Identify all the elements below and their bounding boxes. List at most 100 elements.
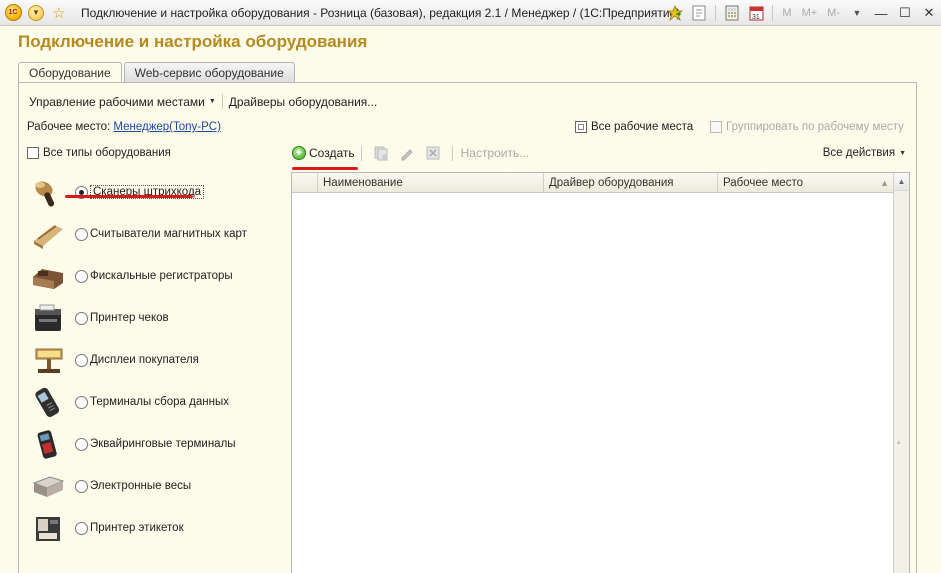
edit-button[interactable]	[399, 145, 415, 161]
equipment-type-data-terminals[interactable]: Терминалы сбора данных	[27, 381, 287, 423]
equipment-type-customer-displays[interactable]: Дисплеи покупателя	[27, 339, 287, 381]
titlebar-menu-button[interactable]: ▼	[848, 4, 866, 22]
form-title: Подключение и настройка оборудования	[18, 32, 368, 51]
equipment-type-card-readers[interactable]: Считыватели магнитных карт	[27, 213, 287, 255]
equipment-table[interactable]: Наименование Драйвер оборудования Рабоче…	[291, 172, 910, 573]
column-header-driver[interactable]: Драйвер оборудования	[544, 173, 718, 192]
1c-logo-icon: 1С	[4, 4, 22, 21]
row-marker-column	[292, 173, 318, 192]
calendar-button[interactable]: 31	[747, 4, 765, 22]
equipment-type-label: Принтер этикеток	[90, 522, 184, 534]
create-button[interactable]: + Создать	[292, 146, 355, 160]
equipment-type-label-printers[interactable]: Принтер этикеток	[27, 507, 287, 549]
app-logo[interactable]: 1С	[3, 3, 23, 23]
equipment-type-label: Дисплеи покупателя	[90, 354, 199, 366]
workplace-row: Рабочее место: Менеджер(Tony-PC)	[27, 121, 221, 133]
sort-icon: ▲	[880, 177, 889, 188]
drivers-button[interactable]: Драйверы оборудования...	[229, 95, 378, 109]
radio-button	[75, 521, 88, 535]
scroll-up-button[interactable]: ▲	[894, 173, 909, 191]
highlight-underline	[65, 195, 193, 198]
equipment-type-barcode-scanners[interactable]: Сканеры штрихкода	[27, 171, 287, 213]
manage-workplaces-menu[interactable]: Управление рабочими местами ▼	[29, 95, 216, 109]
all-types-label: Все типы оборудования	[43, 147, 171, 159]
minimize-icon: —	[874, 5, 888, 21]
chevron-up-icon: ▲	[897, 177, 906, 186]
column-header-workplace-label: Рабочее место	[723, 176, 803, 189]
calendar-icon: 31	[749, 6, 764, 21]
equipment-type-label: Принтер чеков	[90, 312, 169, 324]
pencil-icon	[401, 149, 413, 161]
group-by-workplace-checkbox[interactable]: Группировать по рабочему месту	[710, 121, 904, 133]
memory-minus-button[interactable]: M-	[827, 7, 840, 19]
equipment-type-label: Терминалы сбора данных	[90, 396, 229, 408]
memory-button[interactable]: M	[782, 7, 791, 19]
equipment-type-label: Электронные весы	[90, 480, 192, 492]
all-types-checkbox[interactable]: Все типы оборудования	[27, 147, 171, 159]
close-icon: ✕	[923, 5, 935, 20]
setup-button[interactable]: Настроить...	[461, 146, 530, 160]
tab-equipment[interactable]: Оборудование	[18, 62, 122, 83]
equipment-type-fiscal-registers[interactable]: Фискальные регистраторы	[27, 255, 287, 297]
history-button[interactable]	[690, 4, 708, 22]
copy-button[interactable]	[373, 145, 389, 161]
all-workplaces-label: Все рабочие места	[591, 121, 694, 133]
scroll-grip-icon: ▴	[897, 439, 901, 446]
main-menu-button[interactable]: ▼	[26, 3, 46, 23]
radio-button	[75, 479, 88, 493]
radio-button	[75, 311, 88, 325]
table-header: Наименование Драйвер оборудования Рабоче…	[292, 173, 909, 193]
checkbox-box	[575, 121, 587, 133]
star-icon: ☆	[52, 4, 66, 22]
all-workplaces-checkbox[interactable]: Все рабочие места	[575, 121, 693, 133]
fiscal-register-icon	[29, 259, 67, 293]
all-actions-menu[interactable]: Все действия ▼	[823, 147, 906, 159]
calculator-icon	[725, 5, 739, 21]
calculator-button[interactable]	[723, 4, 741, 22]
create-label: Создать	[309, 146, 355, 160]
equipment-type-acquiring-terminals[interactable]: Эквайринговые терминалы	[27, 423, 287, 465]
close-button[interactable]: ✕	[917, 2, 941, 24]
tab-web-service[interactable]: Web-сервис оборудование	[123, 62, 295, 82]
equipment-type-scales[interactable]: Электронные весы	[27, 465, 287, 507]
tab-bar: Оборудование Web-сервис оборудование	[18, 62, 297, 83]
memory-plus-button[interactable]: M+	[802, 7, 818, 19]
checkbox-box	[710, 121, 722, 133]
radio-button	[75, 269, 88, 283]
add-favorite-button[interactable]	[666, 4, 684, 22]
group-by-workplace-label: Группировать по рабочему месту	[726, 121, 904, 133]
equipment-type-label: Эквайринговые терминалы	[90, 438, 236, 450]
data-terminal-icon	[29, 385, 67, 419]
chevron-down-icon: ▼	[899, 149, 906, 157]
radio-button	[75, 395, 88, 409]
receipt-printer-icon	[29, 301, 67, 335]
chevron-down-icon: ▼	[28, 4, 44, 21]
equipment-types-list: Сканеры штрихкода Считыватели магнитных …	[27, 171, 287, 549]
delete-icon	[426, 146, 440, 160]
window-title: Подключение и настройка оборудования - Р…	[81, 5, 681, 20]
card-reader-icon	[29, 217, 67, 251]
checkbox-box	[27, 147, 39, 159]
favorite-arrow-icon	[667, 5, 684, 21]
vertical-scrollbar[interactable]: ▲ ▴	[893, 173, 909, 573]
equipment-type-label: Считыватели магнитных карт	[90, 228, 247, 240]
radio-button	[75, 437, 88, 451]
chevron-down-icon: ▼	[852, 8, 862, 18]
maximize-button[interactable]: ☐	[893, 2, 917, 24]
delete-button[interactable]	[425, 145, 441, 161]
all-actions-label: Все действия	[822, 147, 896, 159]
chevron-down-icon: ▼	[208, 98, 216, 105]
minimize-button[interactable]: —	[869, 2, 893, 24]
column-header-name[interactable]: Наименование	[318, 173, 544, 192]
equipment-type-label: Фискальные регистраторы	[90, 270, 233, 282]
column-header-workplace[interactable]: Рабочее место ▲	[718, 173, 895, 192]
document-icon	[692, 5, 706, 21]
favorites-button[interactable]: ☆	[49, 3, 69, 23]
command-bar: Управление рабочими местами ▼ Драйверы о…	[29, 94, 377, 109]
equipment-type-receipt-printers[interactable]: Принтер чеков	[27, 297, 287, 339]
add-icon: +	[292, 146, 306, 160]
radio-button	[75, 353, 88, 367]
workplace-link[interactable]: Менеджер(Tony-PC)	[113, 121, 221, 133]
table-toolbar: + Создать Настроить...	[292, 145, 529, 161]
barcode-scanner-icon	[29, 175, 67, 209]
